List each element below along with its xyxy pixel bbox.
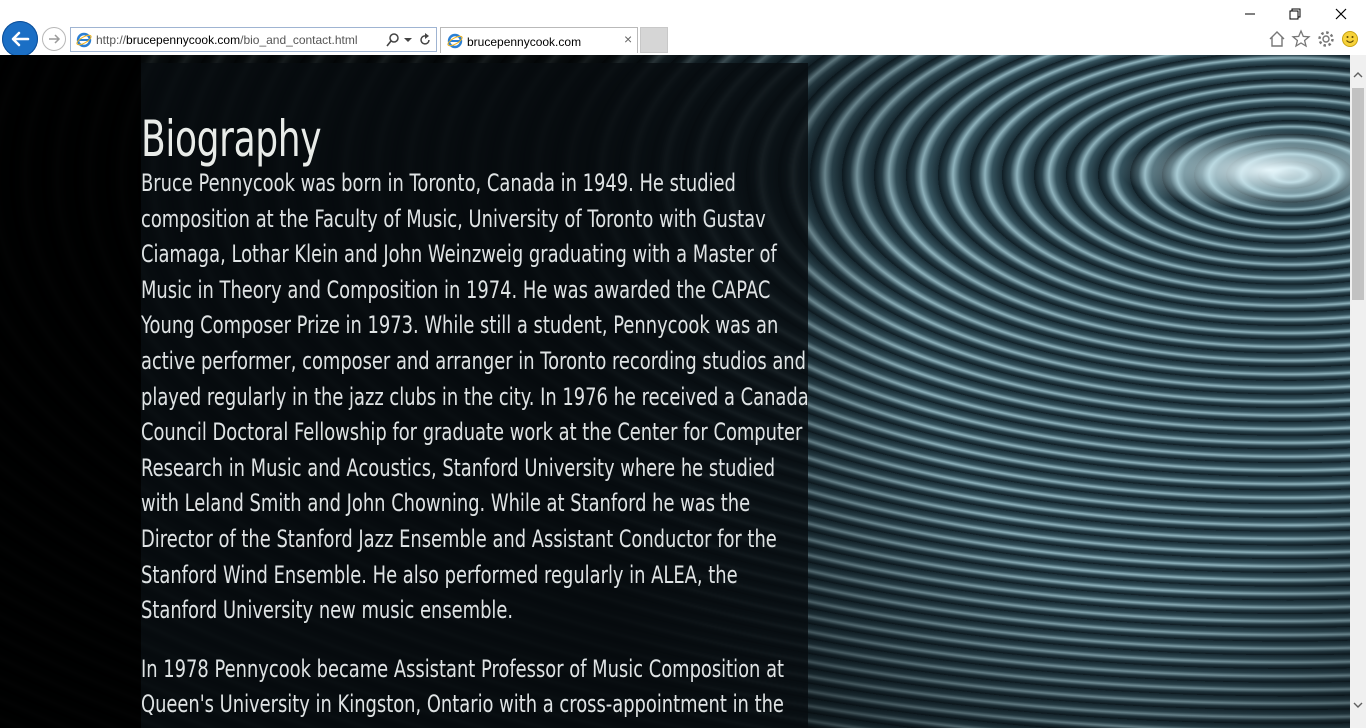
biography-section: Biography Bruce Pennycook was born in To…	[141, 110, 821, 728]
bio-paragraph-1: Bruce Pennycook was born in Toronto, Can…	[141, 169, 809, 625]
tab-brucepennycook[interactable]: brucepennycook.com ×	[440, 27, 638, 53]
url-text: http://brucepennycook.com/bio_and_contac…	[96, 33, 358, 47]
scrollbar-thumb[interactable]	[1352, 88, 1364, 300]
ie-logo-icon	[76, 32, 92, 48]
address-bar[interactable]: http://brucepennycook.com/bio_and_contac…	[70, 27, 437, 52]
home-icon[interactable]	[1267, 29, 1287, 49]
page-viewport: Biography Bruce Pennycook was born in To…	[0, 55, 1350, 728]
bio-paragraph-2: In 1978 Pennycook became Assistant Profe…	[141, 654, 785, 728]
refresh-icon[interactable]	[418, 32, 432, 48]
ie-logo-icon	[447, 33, 463, 49]
new-tab-button[interactable]	[640, 27, 668, 53]
scroll-down-icon[interactable]	[1353, 700, 1363, 710]
forward-button[interactable]	[42, 27, 66, 51]
settings-gear-icon[interactable]	[1316, 29, 1336, 49]
minimize-icon[interactable]	[1239, 4, 1261, 24]
favorites-star-icon[interactable]	[1291, 29, 1311, 49]
back-arrow-icon	[11, 31, 30, 47]
restore-icon[interactable]	[1284, 4, 1306, 24]
search-icon[interactable]	[386, 32, 400, 48]
page-title: Biography	[141, 110, 322, 168]
dropdown-icon[interactable]	[403, 32, 413, 48]
background-shade	[0, 55, 141, 728]
scroll-up-icon[interactable]	[1353, 70, 1363, 80]
close-icon[interactable]: ×	[624, 32, 632, 46]
back-button[interactable]	[2, 21, 38, 57]
vertical-scrollbar[interactable]	[1350, 55, 1366, 728]
feedback-smiley-icon[interactable]	[1340, 29, 1360, 49]
tab-title: brucepennycook.com	[467, 35, 582, 49]
forward-arrow-icon	[49, 34, 61, 44]
browser-chrome: http://brucepennycook.com/bio_and_contac…	[0, 0, 1366, 57]
close-window-icon[interactable]	[1330, 4, 1352, 24]
